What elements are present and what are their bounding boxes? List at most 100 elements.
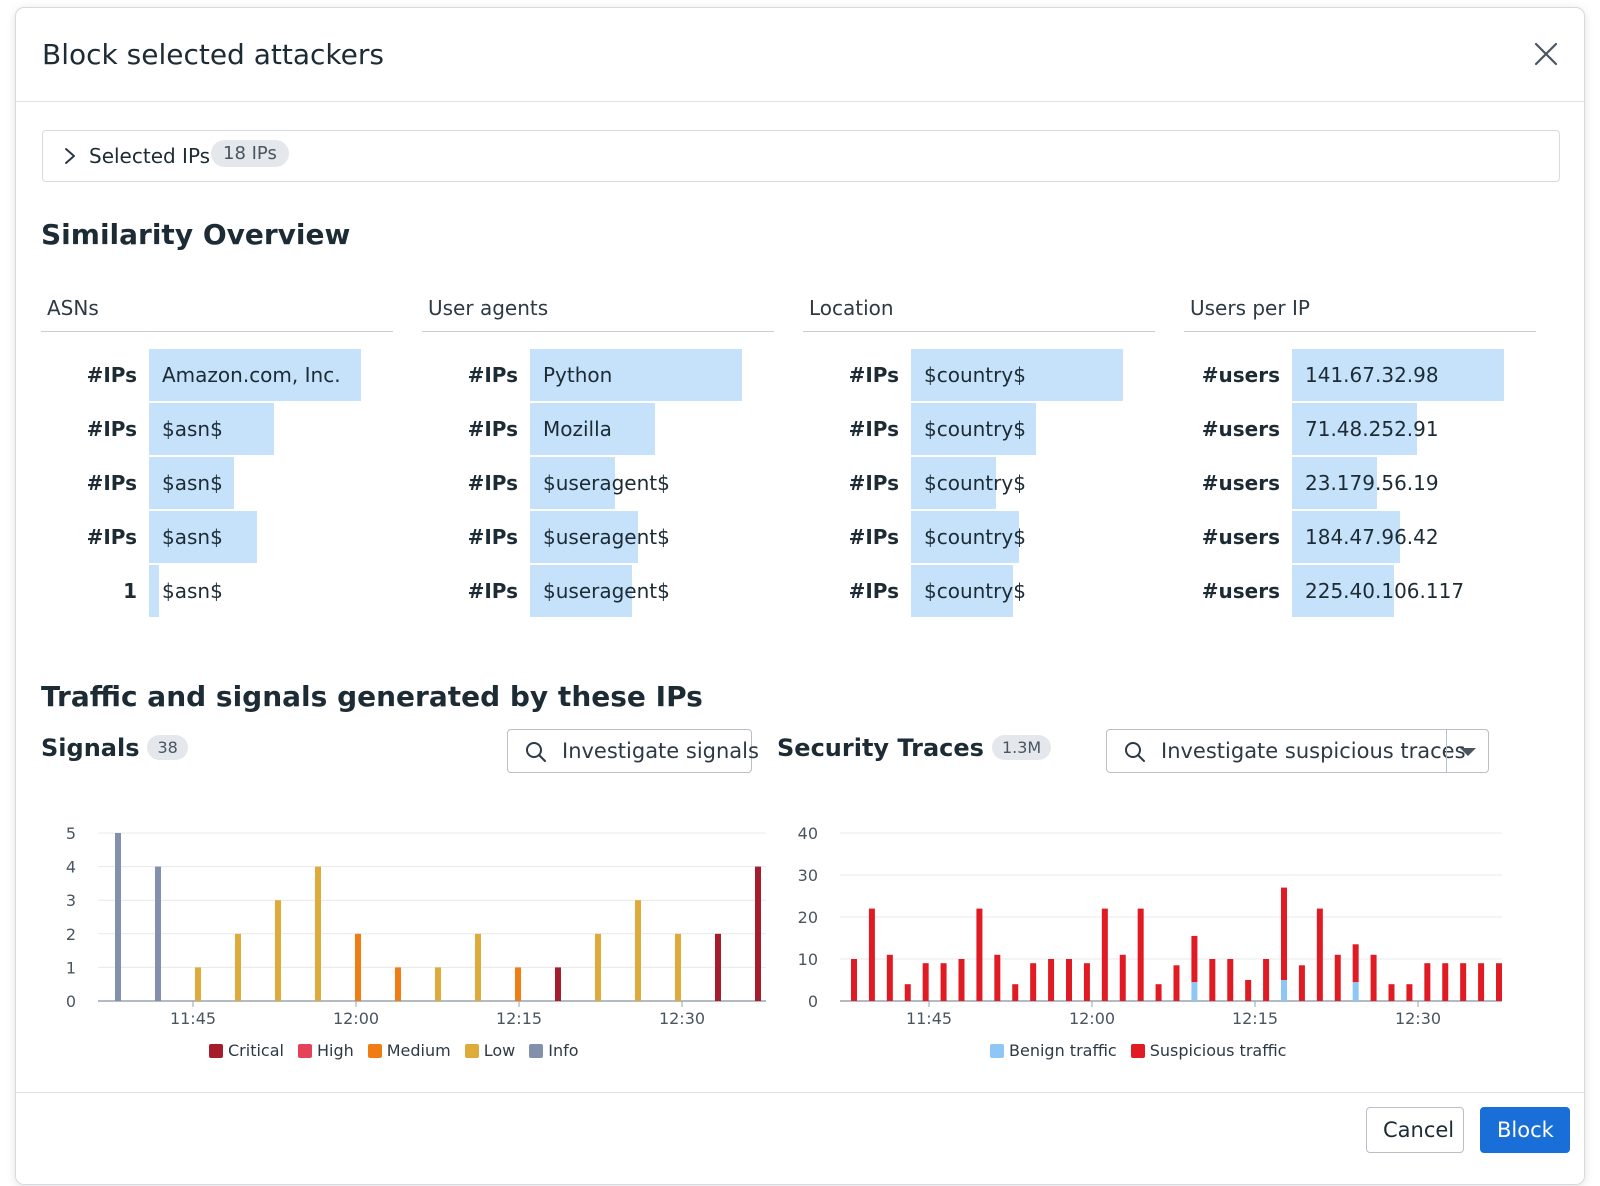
signal-bar[interactable] <box>755 866 761 1001</box>
similarity-bar-row[interactable]: #IPs $useragent$ <box>422 511 774 563</box>
similarity-bar-label: 141.67.32.98 <box>1305 363 1439 387</box>
signal-bar[interactable] <box>315 866 321 1001</box>
suspicious-traffic-bar[interactable] <box>904 984 911 1001</box>
suspicious-traffic-bar[interactable] <box>1424 963 1431 1001</box>
selected-ips-expander[interactable]: Selected IPs 18 IPs <box>42 130 1560 182</box>
signal-bar[interactable] <box>235 933 241 1001</box>
suspicious-traffic-bar[interactable] <box>1406 984 1413 1001</box>
legend-item[interactable]: Benign traffic <box>990 1041 1117 1060</box>
suspicious-traffic-bar[interactable] <box>1388 984 1395 1001</box>
suspicious-traffic-bar[interactable] <box>940 963 947 1001</box>
suspicious-traffic-bar[interactable] <box>976 908 983 1001</box>
suspicious-traffic-bar[interactable] <box>1209 959 1216 1001</box>
suspicious-traffic-bar[interactable] <box>1173 965 1180 1001</box>
legend-item[interactable]: High <box>297 1041 354 1060</box>
benign-traffic-bar[interactable] <box>1191 982 1198 1001</box>
similarity-bar-row[interactable]: #IPs $useragent$ <box>422 457 774 509</box>
similarity-bar-row[interactable]: #IPs $country$ <box>803 565 1155 617</box>
similarity-bar-row[interactable]: #IPs $country$ <box>803 457 1155 509</box>
signal-bar[interactable] <box>355 933 361 1001</box>
suspicious-traffic-bar[interactable] <box>1048 959 1055 1001</box>
suspicious-traffic-bar[interactable] <box>1442 963 1449 1001</box>
similarity-bar-row[interactable]: #users 141.67.32.98 <box>1184 349 1536 401</box>
similarity-bar-row[interactable]: #users 225.40.106.117 <box>1184 565 1536 617</box>
similarity-bar-label: Python <box>543 363 613 387</box>
cancel-button[interactable]: Cancel <box>1366 1107 1464 1153</box>
legend-item[interactable]: Low <box>464 1041 516 1060</box>
benign-traffic-bar[interactable] <box>1281 980 1287 1001</box>
similarity-bar-row[interactable]: #IPs Python <box>422 349 774 401</box>
similarity-bar-row[interactable]: #IPs $country$ <box>803 511 1155 563</box>
similarity-bar-row[interactable]: #IPs $useragent$ <box>422 565 774 617</box>
similarity-bar-row[interactable]: #IPs Mozilla <box>422 403 774 455</box>
similarity-bar-row[interactable]: #IPs Amazon.com, Inc. <box>41 349 393 401</box>
benign-traffic-bar[interactable] <box>1352 982 1359 1001</box>
suspicious-traffic-bar[interactable] <box>1083 963 1090 1001</box>
similarity-bar-row[interactable]: #users 184.47.96.42 <box>1184 511 1536 563</box>
suspicious-traffic-bar[interactable] <box>1263 959 1270 1001</box>
similarity-bar-row[interactable]: #users 23.179.56.19 <box>1184 457 1536 509</box>
close-button[interactable] <box>1530 38 1562 70</box>
suspicious-traffic-bar[interactable] <box>1478 963 1485 1001</box>
block-button[interactable]: Block <box>1480 1107 1570 1153</box>
suspicious-traffic-bar[interactable] <box>1155 984 1162 1001</box>
suspicious-traffic-bar[interactable] <box>1460 963 1467 1001</box>
investigate-traces-button[interactable]: Investigate suspicious traces <box>1106 729 1489 773</box>
signal-bar[interactable] <box>675 933 681 1001</box>
suspicious-traffic-bar[interactable] <box>1352 944 1359 983</box>
similarity-bar-row[interactable]: #IPs $asn$ <box>41 457 393 509</box>
similarity-bar-row[interactable]: #IPs $country$ <box>803 349 1155 401</box>
similarity-bar-row[interactable]: #IPs $asn$ <box>41 511 393 563</box>
similarity-bar-row[interactable]: #IPs $country$ <box>803 403 1155 455</box>
legend-item[interactable]: Critical <box>209 1041 284 1060</box>
suspicious-traffic-bar[interactable] <box>1316 908 1323 1001</box>
signal-bar[interactable] <box>555 967 561 1001</box>
legend-label: Medium <box>386 1041 451 1060</box>
traces-dropdown-toggle[interactable] <box>1446 730 1488 772</box>
signal-bar[interactable] <box>515 967 521 1001</box>
suspicious-traffic-bar[interactable] <box>1227 959 1234 1001</box>
suspicious-traffic-bar[interactable] <box>1066 959 1072 1001</box>
signal-bar[interactable] <box>155 866 161 1001</box>
similarity-bar-count: #users <box>1201 417 1280 441</box>
suspicious-traffic-bar[interactable] <box>851 959 857 1001</box>
signal-bar[interactable] <box>475 933 481 1001</box>
suspicious-traffic-bar[interactable] <box>1496 963 1502 1001</box>
chevron-right-icon <box>65 148 75 164</box>
similarity-bar-row[interactable]: #users 71.48.252.91 <box>1184 403 1536 455</box>
suspicious-traffic-bar[interactable] <box>886 954 893 1001</box>
similarity-bar-row[interactable]: 1 $asn$ <box>41 565 393 617</box>
suspicious-traffic-bar[interactable] <box>1334 954 1341 1001</box>
suspicious-traffic-bar[interactable] <box>1245 980 1252 1001</box>
legend-item[interactable]: Suspicious traffic <box>1130 1041 1286 1060</box>
suspicious-traffic-bar[interactable] <box>1370 954 1377 1001</box>
signal-bar[interactable] <box>395 967 401 1001</box>
block-attackers-modal: Block selected attackers Selected IPs 18… <box>16 8 1584 1184</box>
suspicious-traffic-bar[interactable] <box>1119 954 1126 1001</box>
similarity-bar-label: $country$ <box>924 525 1026 549</box>
legend-item[interactable]: Info <box>529 1041 579 1060</box>
signal-bar[interactable] <box>275 900 281 1001</box>
signal-bar[interactable] <box>435 967 441 1001</box>
suspicious-traffic-bar[interactable] <box>1298 965 1305 1001</box>
suspicious-traffic-bar[interactable] <box>1030 963 1037 1001</box>
suspicious-traffic-bar[interactable] <box>1281 887 1287 980</box>
suspicious-traffic-bar[interactable] <box>868 908 875 1001</box>
suspicious-traffic-bar[interactable] <box>1012 984 1019 1001</box>
x-tick-label: 12:15 <box>1232 1009 1278 1028</box>
signal-bar[interactable] <box>635 900 641 1001</box>
signal-bar[interactable] <box>595 933 601 1001</box>
similarity-bar-row[interactable]: #IPs $asn$ <box>41 403 393 455</box>
legend-label: Low <box>483 1041 516 1060</box>
legend-item[interactable]: Medium <box>367 1041 451 1060</box>
suspicious-traffic-bar[interactable] <box>994 954 1001 1001</box>
suspicious-traffic-bar[interactable] <box>958 959 965 1001</box>
suspicious-traffic-bar[interactable] <box>1137 908 1144 1001</box>
suspicious-traffic-bar[interactable] <box>1101 908 1108 1001</box>
investigate-signals-button[interactable]: Investigate signals <box>507 729 759 773</box>
signal-bar[interactable] <box>715 933 721 1001</box>
suspicious-traffic-bar[interactable] <box>922 963 929 1001</box>
suspicious-traffic-bar[interactable] <box>1191 935 1198 983</box>
signal-bar[interactable] <box>195 967 201 1001</box>
signal-bar[interactable] <box>115 833 121 1001</box>
